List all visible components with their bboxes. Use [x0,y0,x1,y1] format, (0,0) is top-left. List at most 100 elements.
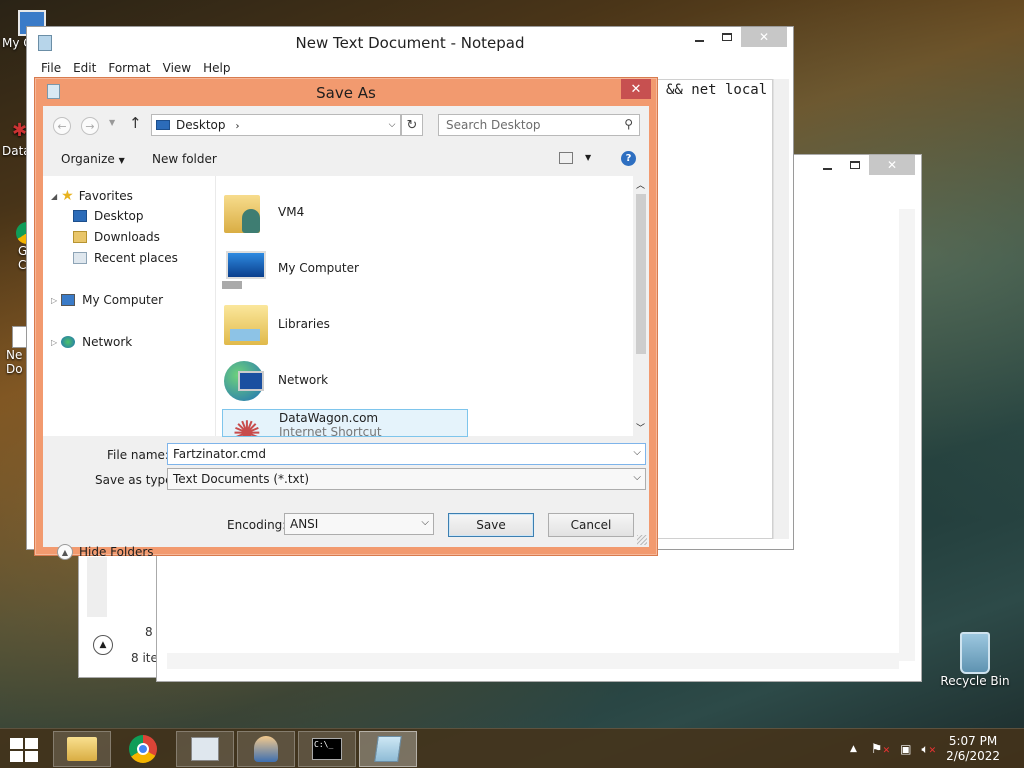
close-button[interactable]: ✕ [869,155,915,175]
vertical-scrollbar[interactable]: ︿ ﹀ [633,176,649,436]
notepad-titlebar[interactable]: New Text Document - Notepad ✕ [27,27,793,59]
minimize-button[interactable] [685,27,713,47]
volume-muted-icon[interactable]: 🔈︎✕ [921,742,936,757]
desk-icon-recycle-bin[interactable]: Recycle Bin [940,632,1010,688]
minimize-button[interactable] [813,155,841,175]
dialog-titlebar[interactable]: Save As ✕ [35,78,657,104]
save-type-select[interactable]: Text Documents (*.txt) ⌵ [167,468,646,490]
nav-recent-places[interactable]: Recent places [73,251,178,265]
resize-grip[interactable] [637,535,647,545]
horizontal-scrollbar[interactable] [167,653,899,669]
file-label: DataWagon.com [279,411,379,425]
menu-edit[interactable]: Edit [67,59,102,79]
chevron-down-icon[interactable]: ⌵ [633,472,641,483]
encoding-select[interactable]: ANSI ⌵ [284,513,434,535]
save-type-value: Text Documents (*.txt) [173,472,310,486]
menu-view[interactable]: View [157,59,197,79]
scroll-up-icon[interactable]: ︿ [636,178,645,191]
nav-my-computer[interactable]: ▷ My Computer [51,293,163,307]
vertical-scrollbar[interactable] [899,209,915,661]
show-hidden-icons-icon[interactable]: ▲ [850,744,857,754]
taskbar-file-explorer[interactable] [53,731,111,767]
up-arrow-icon[interactable]: ▲ [93,635,113,655]
monitor-chart-icon [191,737,219,761]
libraries-icon [222,301,268,347]
back-button[interactable]: ← [53,117,71,135]
start-button[interactable] [10,738,38,762]
hide-folders-label: Hide Folders [79,545,154,559]
dialog-client: ← → ▼ ↑ Desktop › ⌵ ↻ Search Desktop ⚲ Or… [43,106,649,560]
back-scroll[interactable] [87,557,107,617]
help-icon[interactable]: ? [621,151,636,166]
vertical-scrollbar[interactable] [773,79,789,539]
save-as-dialog[interactable]: Save As ✕ ← → ▼ ↑ Desktop › ⌵ ↻ Search De… [34,77,658,560]
clock-date: 2/6/2022 [946,749,1000,763]
taskbar-command-prompt[interactable]: C:\_ [298,731,356,767]
network-icon [61,336,76,348]
menu-help[interactable]: Help [197,59,236,79]
chevron-down-icon[interactable]: ⌵ [384,120,400,130]
menu-file[interactable]: File [35,59,67,79]
cancel-button[interactable]: Cancel [548,513,634,537]
scrollbar-thumb[interactable] [636,194,646,354]
taskbar-user-accounts[interactable] [237,731,295,767]
scroll-down-icon[interactable]: ﹀ [636,421,645,434]
nav-favorites[interactable]: ◢ ★ Favorites [51,188,133,204]
taskbar-notepad[interactable] [359,731,417,767]
network-status-icon[interactable]: ▣ [900,742,911,756]
nav-label: Desktop [94,209,144,223]
menu-format[interactable]: Format [102,59,156,79]
action-center-flag-icon[interactable]: ⚑✕ [871,742,890,757]
list-item[interactable]: Network [222,354,468,406]
nav-network[interactable]: ▷ Network [51,335,132,349]
maximize-button[interactable] [841,155,869,175]
taskbar-chrome[interactable] [114,731,172,767]
desk-icon-label: Ne Do [6,348,23,376]
list-item[interactable]: Libraries [222,298,468,350]
save-type-label: Save as type: [95,473,177,487]
clock-time: 5:07 PM [948,734,998,748]
expand-arrow-icon[interactable]: ◢ [51,192,57,201]
clock[interactable]: 5:07 PM 2/6/2022 [946,734,1000,764]
folder-icon [67,737,97,761]
organize-label: Organize [61,152,115,166]
notepad-icon [374,736,402,762]
address-bar[interactable]: Desktop › ⌵ [151,114,401,136]
new-folder-button[interactable]: New folder [152,152,217,166]
nav-downloads[interactable]: Downloads [73,230,160,244]
file-name-field[interactable]: Fartzinator.cmd ⌵ [167,443,646,465]
hide-folders-button[interactable]: ▲ Hide Folders [57,544,154,560]
up-button[interactable]: ↑ [129,114,142,132]
file-label: VM4 [278,205,305,219]
save-button[interactable]: Save [448,513,534,537]
nav-desktop[interactable]: Desktop [73,209,144,223]
search-input[interactable]: Search Desktop ⚲ [438,114,640,136]
file-name-value: Fartzinator.cmd [173,447,266,461]
recent-locations-dropdown[interactable]: ▼ [109,118,115,127]
view-dropdown-icon[interactable]: ▼ [585,153,591,162]
computer-icon [61,294,76,306]
desk-icon-label: Recycle Bin [940,674,1010,688]
expand-arrow-icon[interactable]: ▷ [51,296,57,305]
nav-label: Recent places [94,251,178,265]
expand-arrow-icon[interactable]: ▷ [51,338,57,347]
organize-button[interactable]: Organize ▼ [61,152,125,166]
chevron-down-icon[interactable]: ⌵ [421,517,429,528]
refresh-button[interactable]: ↻ [401,114,423,136]
breadcrumb-chevron-icon[interactable]: › [236,121,240,132]
list-item-selected[interactable]: ✺ DataWagon.com Internet Shortcut [222,409,468,437]
list-item[interactable]: VM4 [222,186,468,238]
taskbar-performance-monitor[interactable] [176,731,234,767]
close-button[interactable]: ✕ [741,27,787,47]
computer-icon [222,245,268,291]
close-button[interactable]: ✕ [621,79,651,99]
maximize-button[interactable] [713,27,741,47]
list-item[interactable]: My Computer [222,242,468,294]
forward-button[interactable]: → [81,117,99,135]
chevron-down-icon[interactable]: ⌵ [633,447,641,458]
dialog-title: Save As [316,84,376,102]
view-options-icon[interactable] [559,152,573,164]
nav-label: Network [82,335,133,349]
nav-label: My Computer [82,293,164,307]
breadcrumb-desktop[interactable]: Desktop [176,118,226,132]
